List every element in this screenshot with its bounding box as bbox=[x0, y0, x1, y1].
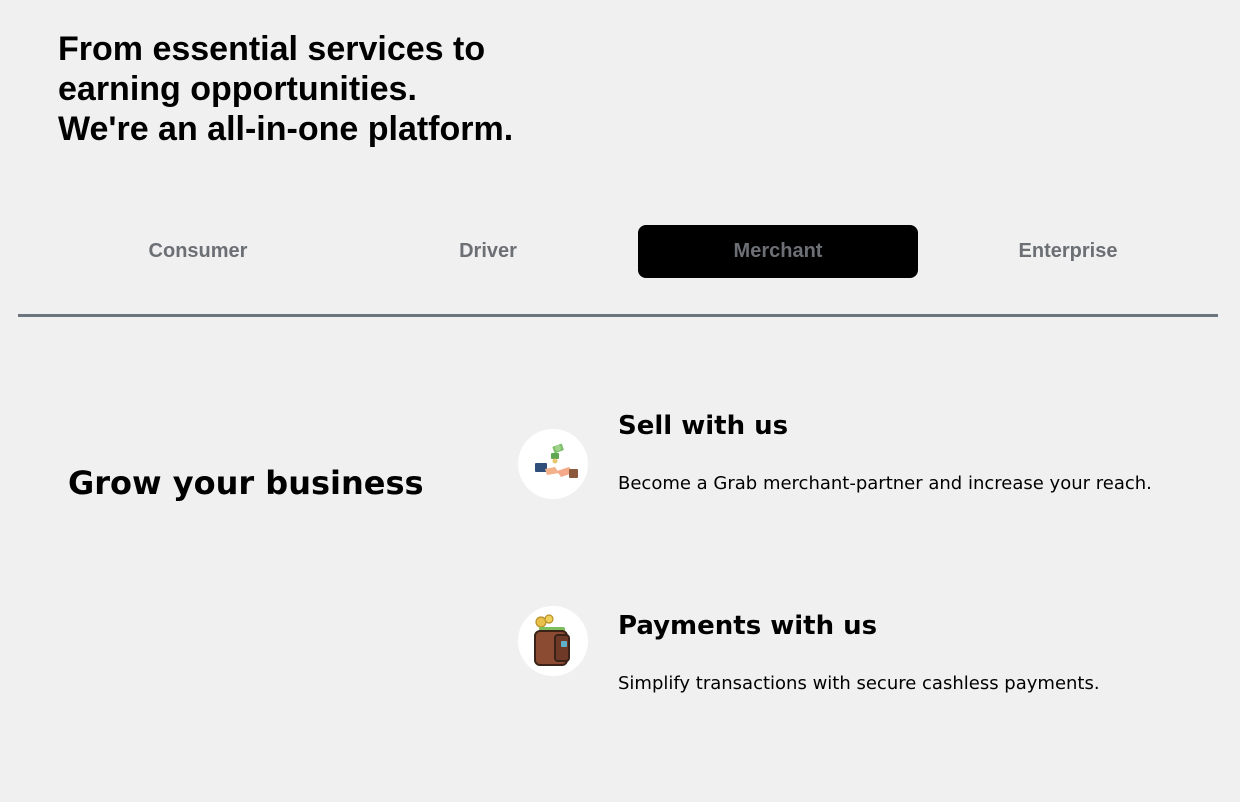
hero-title: From essential services to earning oppor… bbox=[58, 29, 618, 149]
hero-title-line-3: We're an all-in-one platform. bbox=[58, 110, 514, 148]
tabs-divider bbox=[18, 314, 1218, 317]
tab-driver[interactable]: Driver bbox=[348, 225, 628, 278]
feature-sell: Sell with us Become a Grab merchant-part… bbox=[518, 405, 1218, 505]
handshake-money-icon bbox=[518, 429, 588, 499]
feature-description: Simplify transactions with secure cashle… bbox=[618, 673, 1100, 694]
feature-title: Payments with us bbox=[618, 611, 878, 641]
hero-title-line-1: From essential services to bbox=[58, 30, 486, 68]
feature-payments: Payments with us Simplify transactions w… bbox=[518, 605, 1218, 705]
wallet-icon bbox=[518, 606, 588, 676]
feature-title: Sell with us bbox=[618, 411, 789, 441]
segment-tabs: Consumer Driver Merchant Enterprise bbox=[58, 225, 1218, 278]
tab-enterprise[interactable]: Enterprise bbox=[928, 225, 1208, 278]
feature-description: Become a Grab merchant-partner and incre… bbox=[618, 473, 1152, 494]
hero-title-line-2: earning opportunities. bbox=[58, 70, 417, 108]
section-heading: Grow your business bbox=[68, 464, 424, 502]
tab-consumer[interactable]: Consumer bbox=[58, 225, 338, 278]
tab-merchant[interactable]: Merchant bbox=[638, 225, 918, 278]
